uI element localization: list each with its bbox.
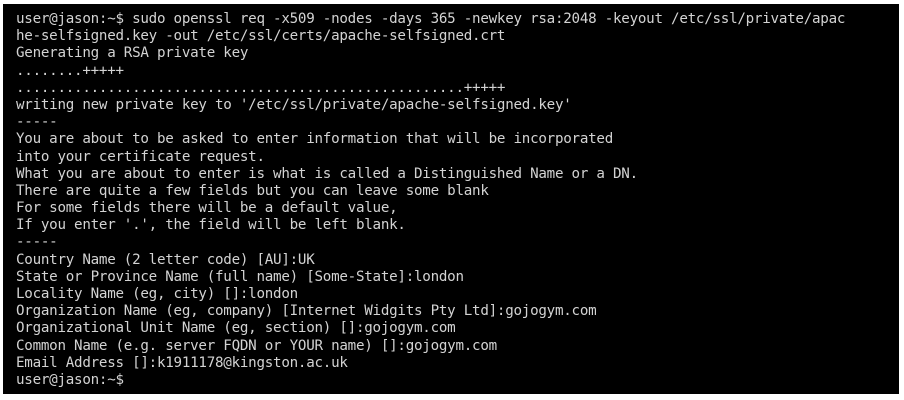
prompt-common-name: Common Name (e.g. server FQDN or YOUR na…: [16, 337, 497, 354]
prompt-locality-name: Locality Name (eg, city) []:london: [16, 286, 298, 302]
shell-prompt[interactable]: user@jason:~$: [16, 372, 899, 389]
prompt-country-name: Country Name (2 letter code) [AU]:UK: [16, 251, 315, 268]
terminal-window[interactable]: user@jason:~$ sudo openssl req -x509 -no…: [3, 4, 899, 394]
output-line: You are about to be asked to enter infor…: [16, 131, 613, 148]
separator-line: -----: [16, 234, 58, 251]
output-line: For some fields there will be a default …: [16, 200, 398, 217]
separator-line: -----: [16, 114, 58, 131]
output-line: If you enter '.', the field will be left…: [16, 217, 406, 234]
prompt-state-name: State or Province Name (full name) [Some…: [16, 268, 464, 285]
output-line: What you are about to enter is what is c…: [16, 165, 638, 182]
output-line: ........................................…: [16, 79, 506, 96]
prompt-organizational-unit: Organizational Unit Name (eg, section) […: [16, 320, 456, 337]
output-line: There are quite a few fields but you can…: [16, 182, 489, 199]
command-line-wrap: he-selfsigned.key -out /etc/ssl/certs/ap…: [16, 28, 506, 45]
output-line: into your certificate request.: [16, 148, 265, 165]
command-line: user@jason:~$ sudo openssl req -x509 -no…: [16, 11, 846, 27]
output-line: ........+++++: [16, 62, 124, 79]
output-line: Generating a RSA private key: [16, 45, 249, 62]
output-line: writing new private key to '/etc/ssl/pri…: [16, 96, 572, 113]
prompt-email-address: Email Address []:k1911178@kingston.ac.uk: [16, 354, 348, 371]
prompt-organization-name: Organization Name (eg, company) [Interne…: [16, 303, 597, 320]
